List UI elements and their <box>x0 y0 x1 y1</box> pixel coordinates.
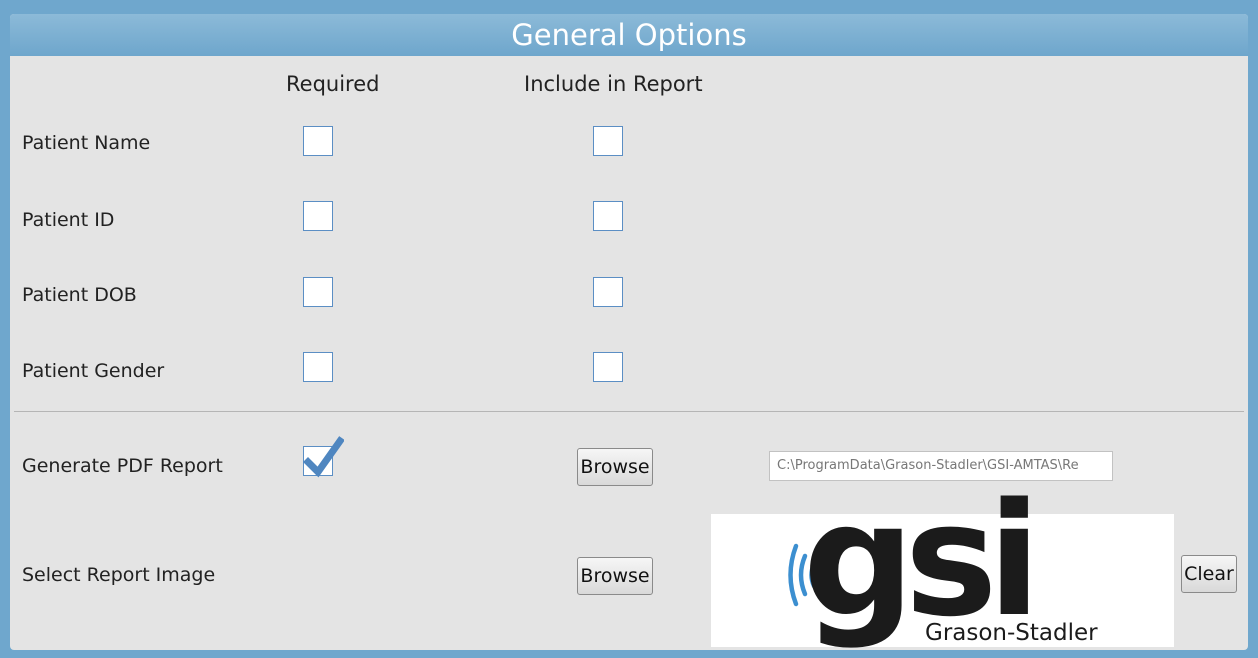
patient-dob-required-checkbox[interactable] <box>303 277 333 307</box>
section-divider <box>14 411 1244 412</box>
patient-id-label: Patient ID <box>22 209 115 231</box>
patient-gender-label: Patient Gender <box>22 360 165 382</box>
generate-pdf-report-checkbox[interactable] <box>303 436 344 478</box>
gsi-logo: gsi <box>803 469 1041 650</box>
patient-id-include-checkbox[interactable] <box>593 201 623 231</box>
patient-name-label: Patient Name <box>22 132 151 154</box>
generate-pdf-report-label: Generate PDF Report <box>22 455 223 477</box>
select-report-image-label: Select Report Image <box>22 564 216 586</box>
column-header-required: Required <box>286 72 380 96</box>
patient-gender-include-checkbox[interactable] <box>593 352 623 382</box>
report-image-browse-button[interactable]: Browse <box>577 557 653 595</box>
clear-image-button[interactable]: Clear <box>1181 555 1237 593</box>
column-header-include-in-report: Include in Report <box>524 72 703 96</box>
patient-dob-label: Patient DOB <box>22 284 137 306</box>
report-image-preview: gsi Grason-Stadler <box>711 482 1174 647</box>
panel-title: General Options <box>10 14 1248 56</box>
patient-id-required-checkbox[interactable] <box>303 201 333 231</box>
patient-dob-include-checkbox[interactable] <box>593 277 623 307</box>
checkmark-icon <box>303 436 344 478</box>
general-options-panel: General Options Required Include in Repo… <box>10 14 1248 650</box>
patient-name-include-checkbox[interactable] <box>593 126 623 156</box>
patient-gender-required-checkbox[interactable] <box>303 352 333 382</box>
pdf-browse-button[interactable]: Browse <box>577 448 653 486</box>
grason-stadler-logo-text: Grason-Stadler <box>922 622 1098 645</box>
patient-name-required-checkbox[interactable] <box>303 126 333 156</box>
